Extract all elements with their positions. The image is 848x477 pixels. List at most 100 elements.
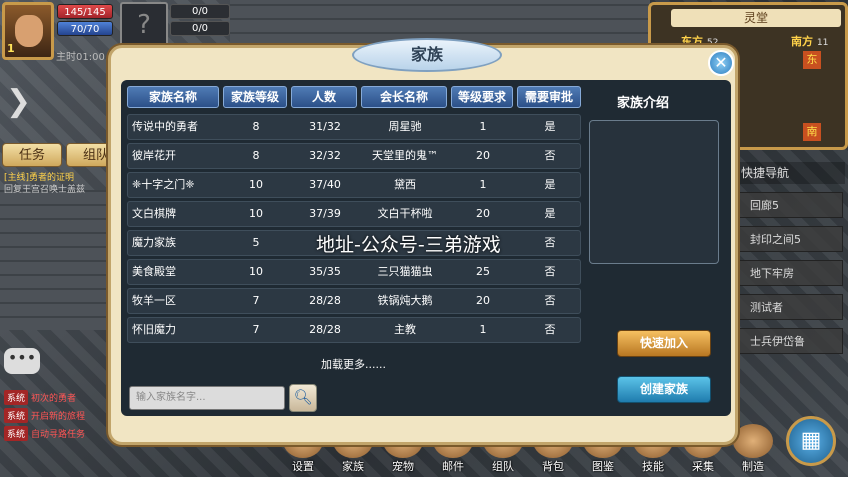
- table-cell: 否: [544, 265, 556, 278]
- table-cell: 25: [476, 265, 490, 278]
- load-more-link[interactable]: 加载更多......: [321, 356, 386, 372]
- hp-bar: 145/145: [57, 4, 113, 19]
- dialog-title: 家族: [352, 38, 502, 72]
- table-cell: 否: [544, 236, 556, 249]
- chat-icon[interactable]: •••: [4, 348, 40, 374]
- table-row[interactable]: 美食殿堂 10 35/35 三只猫猫虫 25 否: [127, 259, 581, 285]
- mp-bar: 70/70: [57, 21, 113, 36]
- chevron-right-icon[interactable]: ❯: [6, 84, 31, 119]
- quick-join-button[interactable]: 快速加入: [617, 330, 711, 357]
- nav-item[interactable]: 士兵伊岱鲁: [735, 328, 843, 354]
- quest-desc: 回复王宫召唤士盖兹: [4, 185, 86, 195]
- table-row[interactable]: 传说中的勇者 8 31/32 周星驰 1 是: [127, 114, 581, 140]
- table-cell: ❈十字之门❈: [132, 178, 195, 191]
- pet-hp-bar: 0/0: [170, 4, 230, 19]
- col-header-members: 人数: [291, 86, 357, 108]
- table-cell: 否: [544, 323, 556, 336]
- tab-tasks[interactable]: 任务: [2, 143, 62, 167]
- table-cell: 10: [249, 265, 263, 278]
- table-cell: 1: [479, 120, 487, 133]
- table-cell: 8: [252, 120, 260, 133]
- family-search-input[interactable]: 输入家族名字...: [129, 386, 285, 410]
- col-header-name: 家族名称: [127, 86, 219, 108]
- table-cell: 31/32: [309, 120, 341, 133]
- pet-slot[interactable]: ?: [120, 2, 168, 48]
- table-cell: 否: [544, 294, 556, 307]
- col-header-leader: 会长名称: [361, 86, 447, 108]
- create-family-button[interactable]: 创建家族: [617, 376, 711, 403]
- table-row[interactable]: ❈十字之门❈ 10 37/40 黛西 1 是: [127, 172, 581, 198]
- nav-item[interactable]: 地下牢房: [735, 260, 843, 286]
- player-level: 1: [7, 42, 15, 55]
- table-cell: 铁锅炖大鹅: [377, 294, 433, 307]
- pet-mp-bar: 0/0: [170, 21, 230, 36]
- table-cell: 37/39: [309, 207, 341, 220]
- nav-item[interactable]: 测试者: [735, 294, 843, 320]
- table-cell: 28/28: [309, 294, 341, 307]
- table-cell: 5: [252, 236, 260, 249]
- family-intro-box: [589, 120, 719, 264]
- nav-item[interactable]: 封印之间5: [735, 226, 843, 252]
- table-cell: 1: [479, 323, 487, 336]
- stone-wall: [0, 190, 110, 330]
- table-cell: 怀旧魔力: [132, 323, 176, 336]
- table-cell: 是: [544, 207, 556, 220]
- table-cell: 10: [249, 178, 263, 191]
- map-name: 灵堂: [671, 9, 841, 27]
- table-cell: 20: [476, 294, 490, 307]
- table-cell: 28/28: [309, 323, 341, 336]
- question-icon: ?: [137, 10, 151, 40]
- table-cell: 黛西: [394, 178, 416, 191]
- table-row[interactable]: 怀旧魔力 7 28/28 主教 1 否: [127, 317, 581, 343]
- table-cell: 否: [544, 149, 556, 162]
- map-exit-south: 南: [803, 123, 821, 141]
- col-header-level: 家族等级: [223, 86, 287, 108]
- table-cell: 天堂里的鬼™: [372, 149, 438, 162]
- table-cell: 37/40: [309, 178, 341, 191]
- table-cell: 7: [252, 323, 260, 336]
- system-message: 系统 开启新的旅程: [4, 408, 114, 423]
- table-cell: 32/32: [309, 149, 341, 162]
- table-cell: 7: [252, 294, 260, 307]
- player-face-icon: [15, 15, 43, 47]
- table-cell: 魔力家族: [132, 236, 176, 249]
- col-header-level-req: 等级要求: [451, 86, 513, 108]
- family-intro-title: 家族介绍: [617, 96, 670, 111]
- game-clock: 主时01:00: [56, 52, 105, 63]
- quick-nav-title: 快捷导航: [735, 162, 845, 184]
- quest-title: [主线]勇者的证明: [4, 173, 75, 183]
- table-cell: 美食殿堂: [132, 265, 176, 278]
- close-icon[interactable]: ✕: [708, 50, 734, 76]
- table-cell: 彼岸花开: [132, 149, 176, 162]
- search-icon[interactable]: 🔍︎: [289, 384, 317, 412]
- table-row[interactable]: 牧羊一区 7 28/28 铁锅炖大鹅 20 否: [127, 288, 581, 314]
- table-cell: 1: [479, 178, 487, 191]
- nav-item[interactable]: 回廊5: [735, 192, 843, 218]
- table-row[interactable]: 彼岸花开 8 32/32 天堂里的鬼™ 20 否: [127, 143, 581, 169]
- table-cell: 是: [544, 178, 556, 191]
- main-menu-grid-icon[interactable]: ▦: [786, 416, 836, 466]
- craft-icon: [733, 424, 773, 458]
- table-cell: 8: [252, 149, 260, 162]
- table-row[interactable]: 文白棋牌 10 37/39 文白干杯啦 20 是: [127, 201, 581, 227]
- system-message: 系统 自动寻路任务: [4, 426, 114, 441]
- table-cell: 主教: [394, 323, 416, 336]
- table-cell: 牧羊一区: [132, 294, 176, 307]
- table-cell: 20: [476, 149, 490, 162]
- coord-south: 南方 11: [791, 35, 829, 48]
- table-cell: 10: [249, 207, 263, 220]
- player-portrait[interactable]: 1: [2, 2, 54, 60]
- table-cell: 35/35: [309, 265, 341, 278]
- system-message: 系统 初次的勇者: [4, 390, 114, 405]
- table-cell: 传说中的勇者: [132, 120, 198, 133]
- col-header-approval: 需要审批: [517, 86, 581, 108]
- table-cell: 是: [544, 120, 556, 133]
- table-cell: 周星驰: [388, 120, 422, 133]
- table-cell: 20: [476, 207, 490, 220]
- watermark: 地址-公众号-三弟游戏: [316, 234, 501, 256]
- table-cell: 三只猫猫虫: [377, 265, 433, 278]
- map-exit-east: 东: [803, 51, 821, 69]
- table-cell: 文白干杯啦: [377, 207, 433, 220]
- quest-tracker[interactable]: [主线]勇者的证明 回复王宫召唤士盖兹: [4, 172, 112, 196]
- table-cell: 文白棋牌: [132, 207, 176, 220]
